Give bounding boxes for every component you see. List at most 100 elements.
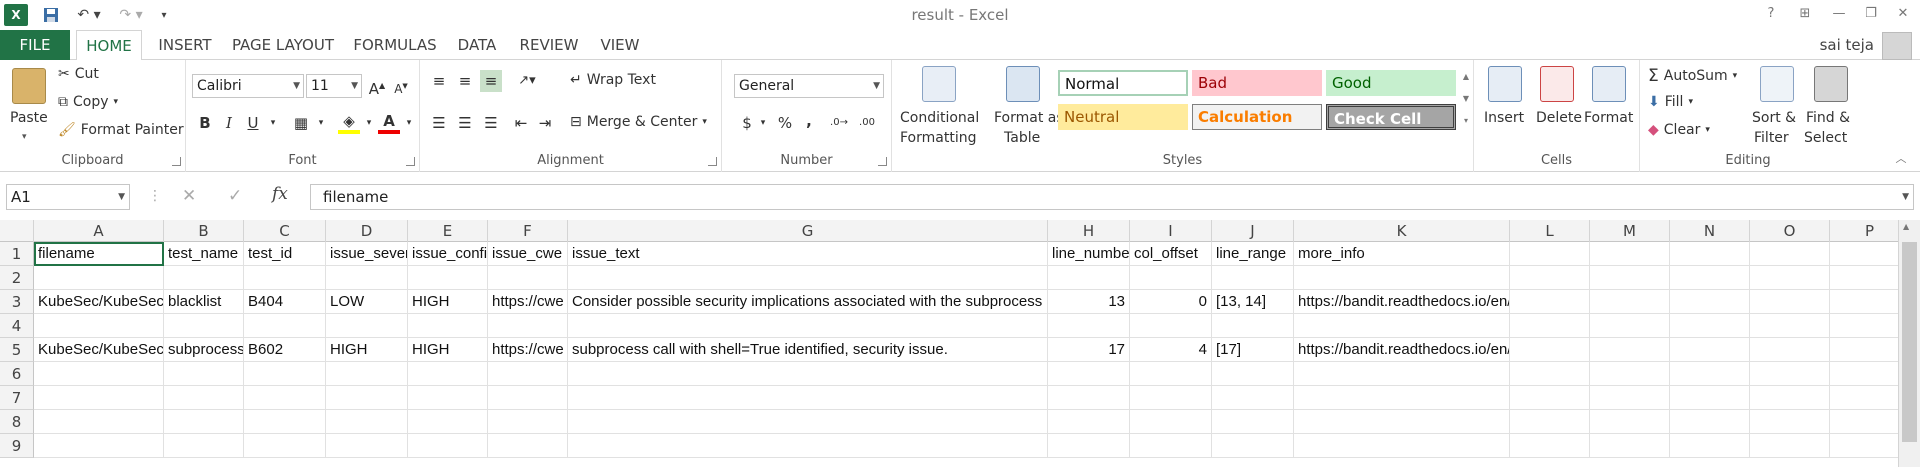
style-good[interactable]: Good (1326, 70, 1456, 96)
style-bad[interactable]: Bad (1192, 70, 1322, 96)
borders-dropdown-icon[interactable]: ▾ (310, 112, 332, 134)
cell[interactable]: [17] (1212, 338, 1294, 362)
cell[interactable] (164, 314, 244, 338)
cell[interactable]: https://cwe (488, 338, 568, 362)
grow-font-icon[interactable]: A▲ (366, 75, 388, 98)
sort-filter-button[interactable]: Sort & (1752, 110, 1796, 126)
cell[interactable] (164, 386, 244, 410)
cell[interactable] (164, 266, 244, 290)
cell[interactable] (244, 434, 326, 458)
cell[interactable] (1130, 314, 1212, 338)
cell[interactable]: 13 (1048, 290, 1130, 314)
cell[interactable] (568, 434, 1048, 458)
cell[interactable]: line_number (1048, 242, 1130, 266)
cell[interactable] (244, 266, 326, 290)
find-select-button[interactable]: Find & (1806, 110, 1850, 126)
row-header[interactable]: 4 (0, 314, 34, 338)
avatar[interactable] (1882, 32, 1912, 60)
cell[interactable] (1590, 362, 1670, 386)
cell[interactable]: https://bandit.readthedocs.io/en/1.7.4/p… (1294, 338, 1510, 362)
column-header[interactable]: O (1750, 220, 1830, 242)
help-button[interactable]: ? (1760, 3, 1782, 25)
vertical-scrollbar[interactable]: ▲ (1898, 220, 1920, 467)
paste-dropdown-icon[interactable]: ▾ (22, 132, 27, 142)
align-left-icon[interactable]: ☰ (428, 112, 450, 134)
copy-button[interactable]: ⧉ Copy ▾ (58, 94, 118, 110)
cell[interactable] (488, 266, 568, 290)
tab-view[interactable]: VIEW (596, 30, 644, 60)
cancel-icon[interactable]: ✕ (182, 186, 196, 206)
cell[interactable]: https://bandit.readthedocs.io/en/1.7.4/b… (1294, 290, 1510, 314)
alignment-launcher-icon[interactable] (708, 157, 717, 166)
cell[interactable] (1670, 314, 1750, 338)
cell[interactable] (244, 410, 326, 434)
cell[interactable] (568, 266, 1048, 290)
tab-file[interactable]: FILE (0, 30, 70, 60)
cell[interactable] (1212, 410, 1294, 434)
cell[interactable] (1130, 386, 1212, 410)
cell[interactable] (1750, 266, 1830, 290)
row-header[interactable]: 8 (0, 410, 34, 434)
cell[interactable]: subprocess_popen (164, 338, 244, 362)
cell[interactable]: issue_severity (326, 242, 408, 266)
cell[interactable] (1130, 266, 1212, 290)
cell[interactable] (1670, 434, 1750, 458)
tab-data[interactable]: DATA (452, 30, 502, 60)
cell[interactable] (326, 266, 408, 290)
conditional-formatting-button[interactable]: Conditional (900, 110, 979, 126)
cell[interactable] (1212, 362, 1294, 386)
font-family-select[interactable]: Calibri ▼ (192, 74, 304, 98)
cell[interactable] (1670, 338, 1750, 362)
collapse-ribbon-icon[interactable]: ︿ (1890, 148, 1912, 170)
column-header[interactable]: G (568, 220, 1048, 242)
align-right-icon[interactable]: ☰ (480, 112, 502, 134)
cell[interactable] (34, 266, 164, 290)
shrink-font-icon[interactable]: A▼ (390, 75, 412, 97)
cell[interactable] (1294, 362, 1510, 386)
cell[interactable] (244, 314, 326, 338)
cell[interactable] (1130, 410, 1212, 434)
tab-formulas[interactable]: FORMULAS (352, 30, 438, 60)
cell[interactable]: issue_confidence (408, 242, 488, 266)
minimize-button[interactable]: — (1828, 3, 1850, 25)
cell[interactable]: more_info (1294, 242, 1510, 266)
cell[interactable]: HIGH (408, 338, 488, 362)
column-header[interactable]: L (1510, 220, 1590, 242)
cell[interactable] (1590, 290, 1670, 314)
align-middle-icon[interactable]: ≡ (454, 70, 476, 92)
styles-scroll-up-icon[interactable]: ▲ (1460, 66, 1472, 88)
column-header[interactable]: K (1294, 220, 1510, 242)
column-header[interactable]: M (1590, 220, 1670, 242)
cell[interactable] (1750, 386, 1830, 410)
column-header[interactable]: H (1048, 220, 1130, 242)
cell[interactable] (1212, 386, 1294, 410)
cell[interactable] (326, 434, 408, 458)
align-center-icon[interactable]: ☰ (454, 112, 476, 134)
cell[interactable]: HIGH (326, 338, 408, 362)
cell[interactable] (1590, 386, 1670, 410)
cell[interactable]: filename (34, 242, 164, 266)
fill-button[interactable]: ⬇ Fill ▾ (1648, 94, 1693, 110)
cell[interactable]: https://cwe (488, 290, 568, 314)
cell[interactable]: Consider possible security implications … (568, 290, 1048, 314)
cell[interactable]: issue_cwe (488, 242, 568, 266)
row-header[interactable]: 5 (0, 338, 34, 362)
cell[interactable] (488, 410, 568, 434)
cell[interactable] (34, 362, 164, 386)
column-header[interactable]: I (1130, 220, 1212, 242)
cell[interactable] (34, 410, 164, 434)
cell[interactable] (326, 314, 408, 338)
cell[interactable]: test_id (244, 242, 326, 266)
select-all-corner[interactable] (0, 220, 34, 242)
insert-function-icon[interactable]: fx (272, 184, 288, 204)
cell[interactable] (1212, 266, 1294, 290)
column-header[interactable]: A (34, 220, 164, 242)
cell[interactable]: line_range (1212, 242, 1294, 266)
cell[interactable]: col_offset (1130, 242, 1212, 266)
cell[interactable] (1510, 386, 1590, 410)
cell[interactable] (1670, 290, 1750, 314)
column-header[interactable]: F (488, 220, 568, 242)
cell[interactable] (408, 314, 488, 338)
cell[interactable]: 0 (1130, 290, 1212, 314)
ribbon-display-options-icon[interactable]: ⊞ (1794, 3, 1816, 25)
